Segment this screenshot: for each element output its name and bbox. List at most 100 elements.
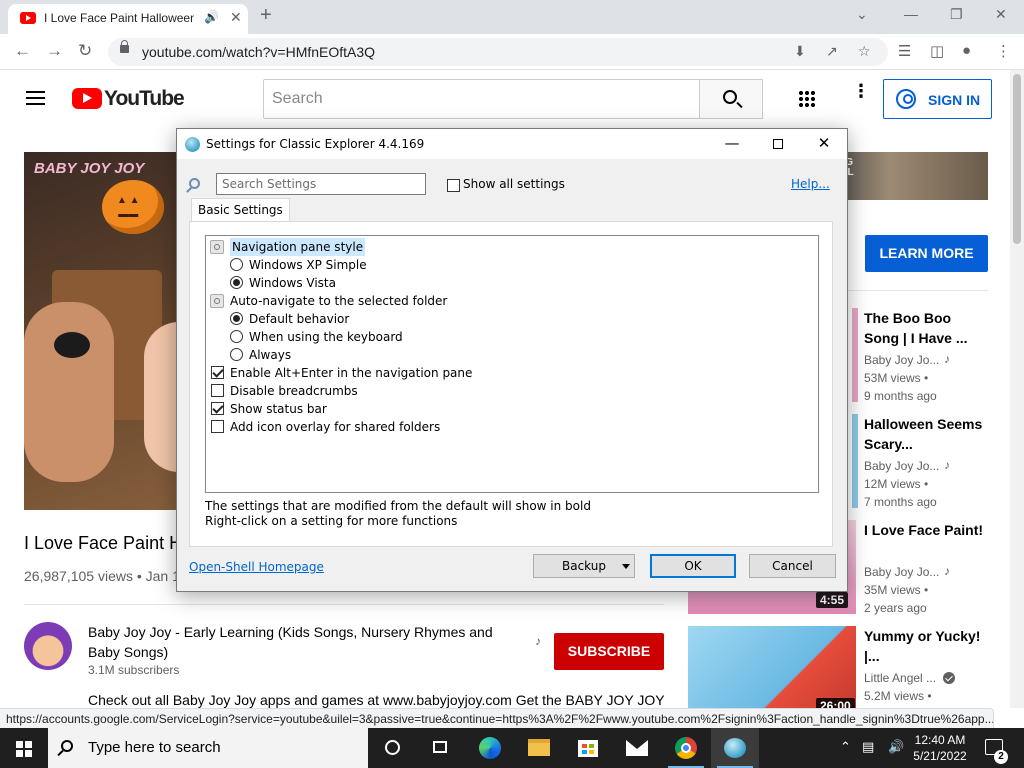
close-tab-icon[interactable]: ✕ xyxy=(230,9,242,26)
option-label: Windows Vista xyxy=(249,276,336,290)
scrollbar-thumb[interactable] xyxy=(1013,74,1021,244)
help-link[interactable]: Help... xyxy=(791,177,830,191)
radio-button[interactable] xyxy=(230,312,243,325)
tab-search-chevron-icon[interactable]: ⌄ xyxy=(856,6,868,23)
option-disable-breadcrumbs[interactable]: Disable breadcrumbs xyxy=(211,382,358,400)
radio-button[interactable] xyxy=(230,348,243,361)
side-panel-icon[interactable]: ◫ xyxy=(930,42,944,60)
restore-window-button[interactable]: ❐ xyxy=(950,6,963,23)
taskbar-search-box[interactable]: Type here to search xyxy=(48,728,368,768)
apps-grid-icon[interactable] xyxy=(798,90,816,108)
recommendation-channel[interactable]: Baby Joy Jo... xyxy=(864,353,939,367)
radio-button[interactable] xyxy=(230,258,243,271)
classic-shell-taskbar-button[interactable] xyxy=(711,728,759,768)
youtube-search-button[interactable] xyxy=(699,79,763,119)
checkbox[interactable] xyxy=(211,384,224,397)
page-scrollbar[interactable] xyxy=(1010,70,1024,708)
channel-name[interactable]: Baby Joy Joy - Early Learning (Kids Song… xyxy=(88,622,528,662)
lock-icon[interactable] xyxy=(120,40,129,53)
install-app-icon[interactable]: ⬇ xyxy=(794,43,806,60)
option-windows-xp-simple[interactable]: Windows XP Simple xyxy=(230,256,367,274)
settings-kebab-icon[interactable]: ⋮ xyxy=(852,82,870,100)
learn-more-button[interactable]: LEARN MORE xyxy=(865,235,988,272)
recommendation-channel[interactable]: Little Angel ... xyxy=(864,671,936,685)
guide-menu-icon[interactable] xyxy=(26,91,45,105)
show-hidden-icons-chevron[interactable]: ⌃ xyxy=(840,739,851,755)
reload-icon[interactable]: ↻ xyxy=(78,41,92,61)
link-status-bubble: https://accounts.google.com/ServiceLogin… xyxy=(0,708,994,728)
checkbox[interactable] xyxy=(211,366,224,379)
share-icon[interactable]: ↗ xyxy=(826,43,838,60)
recommendation-thumbnail[interactable] xyxy=(852,414,858,508)
ok-button[interactable]: OK xyxy=(650,554,736,578)
sign-in-button[interactable]: SIGN IN xyxy=(883,79,992,119)
option-navigation-pane-style[interactable]: Navigation pane style xyxy=(210,238,366,256)
ad-info-icon[interactable]: ⓘ xyxy=(974,152,985,168)
task-view-button[interactable] xyxy=(416,728,464,768)
option-when-using-keyboard[interactable]: When using the keyboard xyxy=(230,328,403,346)
volume-icon[interactable]: 🔊 xyxy=(888,739,904,755)
media-control-icon[interactable]: ☰ xyxy=(898,42,911,60)
show-all-settings-label[interactable]: Show all settings xyxy=(463,177,565,191)
channel-avatar[interactable] xyxy=(24,622,72,670)
close-window-button[interactable]: ✕ xyxy=(995,6,1007,23)
show-all-settings-checkbox[interactable] xyxy=(447,179,460,192)
option-default-behavior[interactable]: Default behavior xyxy=(230,310,349,328)
cancel-button[interactable]: Cancel xyxy=(749,554,836,578)
recommendation-title[interactable]: I Love Face Paint! xyxy=(864,520,984,540)
recommendation-title[interactable]: The Boo Boo Song | I Have ... xyxy=(864,308,984,348)
dialog-titlebar[interactable]: Settings for Classic Explorer 4.4.169 — … xyxy=(177,129,847,159)
recommendation-age: 9 months ago xyxy=(864,389,937,403)
option-show-status-bar[interactable]: Show status bar xyxy=(211,400,327,418)
browser-tab[interactable]: I Love Face Paint Halloween 🔊 ✕ xyxy=(8,4,248,34)
option-windows-vista[interactable]: Windows Vista xyxy=(230,274,336,292)
minimize-window-button[interactable]: — xyxy=(904,6,918,22)
option-enable-alt-enter[interactable]: Enable Alt+Enter in the navigation pane xyxy=(211,364,472,382)
youtube-search-input[interactable]: Search xyxy=(263,79,700,119)
youtube-logo-icon[interactable] xyxy=(72,88,102,109)
tab-basic-settings[interactable]: Basic Settings xyxy=(191,198,290,222)
address-url: youtube.com/watch?v=HMfnEOftA3Q xyxy=(142,44,376,60)
new-tab-button[interactable]: + xyxy=(260,4,272,27)
option-icon-overlay-shared[interactable]: Add icon overlay for shared folders xyxy=(211,418,440,436)
recommendation-title[interactable]: Halloween Seems Scary... xyxy=(864,414,984,454)
subscribe-button[interactable]: SUBSCRIBE xyxy=(554,633,664,670)
chrome-taskbar-button[interactable] xyxy=(662,728,710,768)
settings-search-input[interactable]: Search Settings xyxy=(216,173,426,195)
backup-button[interactable]: Backup xyxy=(533,554,635,578)
pumpkin-illustration xyxy=(102,180,164,234)
option-label: Windows XP Simple xyxy=(249,258,367,272)
network-icon[interactable]: ▤ xyxy=(862,739,874,755)
youtube-wordmark[interactable]: YouTube xyxy=(104,87,185,111)
recommendation-thumbnail[interactable] xyxy=(852,308,858,402)
checkbox[interactable] xyxy=(211,420,224,433)
windows-start-icon[interactable] xyxy=(16,741,32,757)
dialog-close-button[interactable]: ✕ xyxy=(801,129,847,159)
forward-arrow-icon[interactable]: → xyxy=(46,41,63,61)
file-explorer-taskbar-button[interactable] xyxy=(515,728,563,768)
cortana-button[interactable] xyxy=(368,728,416,768)
dialog-maximize-button[interactable] xyxy=(755,129,801,159)
ad-banner[interactable]: HING SELL NG xyxy=(824,152,988,200)
address-bar[interactable]: youtube.com/watch?v=HMfnEOftA3Q ⬇ ↗ ☆ xyxy=(108,38,888,66)
dialog-minimize-button[interactable]: — xyxy=(709,129,755,159)
taskbar-clock[interactable]: 12:40 AM 5/21/2022 xyxy=(910,732,970,764)
back-arrow-icon[interactable]: ← xyxy=(14,41,31,61)
speaker-icon[interactable]: 🔊 xyxy=(204,10,219,24)
recommendation-channel[interactable]: Baby Joy Jo... xyxy=(864,565,939,579)
radio-button[interactable] xyxy=(230,276,243,289)
option-auto-navigate[interactable]: Auto-navigate to the selected folder xyxy=(210,292,447,310)
recommendation-title[interactable]: Yummy or Yucky! |... xyxy=(864,626,984,666)
radio-button[interactable] xyxy=(230,330,243,343)
chrome-menu-icon[interactable]: ⋮ xyxy=(996,42,1011,60)
option-always[interactable]: Always xyxy=(230,346,291,364)
edge-taskbar-button[interactable] xyxy=(466,728,514,768)
profile-icon[interactable]: ● xyxy=(962,42,971,59)
checkbox[interactable] xyxy=(211,402,224,415)
store-taskbar-button[interactable] xyxy=(564,728,612,768)
mail-taskbar-button[interactable] xyxy=(613,728,661,768)
bookmark-star-icon[interactable]: ☆ xyxy=(858,43,871,60)
settings-tree[interactable]: Navigation pane style Windows XP Simple … xyxy=(205,235,819,493)
recommendation-channel[interactable]: Baby Joy Jo... xyxy=(864,459,939,473)
open-shell-homepage-link[interactable]: Open-Shell Homepage xyxy=(189,560,324,574)
